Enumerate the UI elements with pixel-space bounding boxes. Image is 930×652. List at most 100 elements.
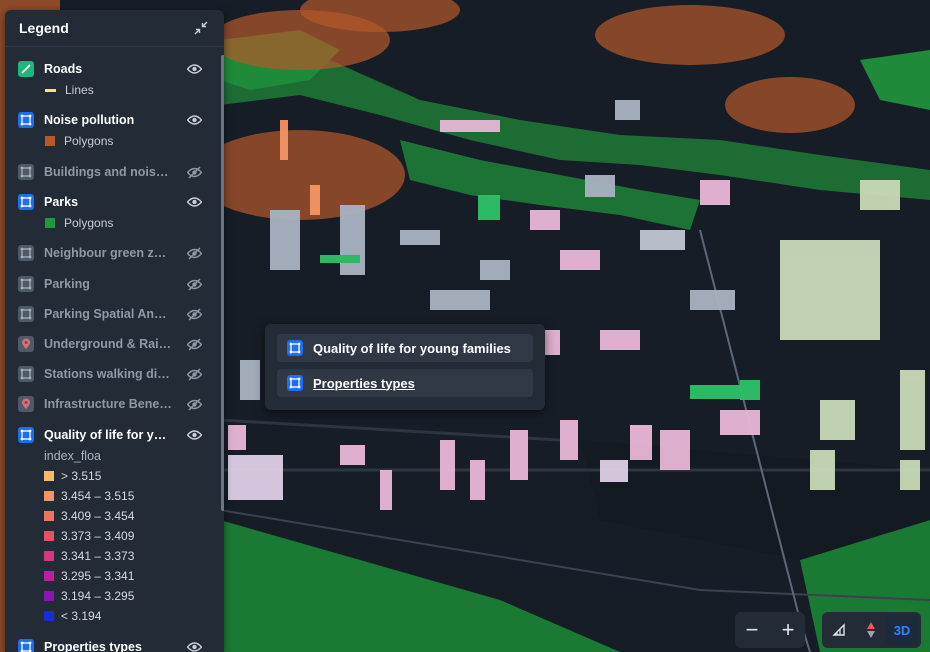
class-label: < 3.194: [61, 609, 102, 623]
class-label: 3.295 – 3.341: [61, 569, 135, 583]
layer-name: Parking Spatial Analy...: [44, 307, 172, 321]
polygon-layer-icon: [18, 427, 34, 443]
legend-sub-item: Polygons: [5, 131, 224, 151]
layer-name: Infrastructure Benefits: [44, 397, 172, 411]
polygon-layer-icon: [18, 164, 34, 180]
layer-quality-of-life[interactable]: Quality of life for you... index_floa > …: [5, 424, 224, 626]
tilt-button[interactable]: [822, 612, 856, 648]
sub-label: Lines: [65, 83, 94, 97]
eye-off-icon[interactable]: [186, 366, 202, 382]
layer-stations-walking-distance[interactable]: Stations walking dist...: [5, 363, 224, 385]
polygon-layer-icon: [287, 375, 303, 391]
layer-name: Noise pollution: [44, 113, 135, 127]
pin-icon: [18, 396, 34, 412]
layer-name: Roads: [44, 62, 83, 76]
layer-name: Parking: [44, 277, 90, 291]
sub-label: Polygons: [64, 134, 114, 148]
eye-off-icon[interactable]: [186, 276, 202, 292]
class-swatch: [44, 511, 54, 521]
eye-icon[interactable]: [186, 194, 202, 210]
legend-sub-item: Polygons: [5, 213, 224, 233]
eye-icon[interactable]: [186, 427, 202, 443]
eye-off-icon[interactable]: [186, 396, 202, 412]
class-label: > 3.515: [61, 469, 102, 483]
polygon-layer-icon: [18, 639, 34, 652]
layer-name: Stations walking dist...: [44, 367, 172, 381]
class-item: 3.341 – 3.373: [5, 546, 224, 566]
polygon-layer-icon: [287, 340, 303, 356]
layer-infrastructure-benefits[interactable]: Infrastructure Benefits: [5, 393, 224, 415]
layer-name: Parks: [44, 195, 79, 209]
layer-parking-spatial-analysis[interactable]: Parking Spatial Analy...: [5, 303, 224, 325]
classification-field: index_floa: [44, 449, 101, 463]
polygon-layer-icon: [18, 245, 34, 261]
pin-icon: [18, 336, 34, 352]
class-swatch: [44, 611, 54, 621]
eye-icon[interactable]: [186, 112, 202, 128]
collapse-icon[interactable]: [192, 19, 210, 37]
sub-label: Polygons: [64, 216, 114, 230]
legend-scrollbar[interactable]: [221, 55, 224, 511]
view-controls: 3D: [822, 612, 921, 648]
zoom-in-button[interactable]: +: [771, 612, 805, 648]
compass-button[interactable]: [854, 612, 888, 648]
zoom-controls: − +: [735, 612, 805, 648]
layer-select-popup: Quality of life for young families Prope…: [265, 324, 545, 410]
layer-name: Buildings and noise l...: [44, 165, 172, 179]
layer-properties-types[interactable]: Properties types: [5, 636, 224, 652]
eye-off-icon[interactable]: [186, 306, 202, 322]
polygon-layer-icon: [18, 276, 34, 292]
legend-panel: Legend Roads Lines Noise pollution Polyg…: [5, 10, 224, 652]
eye-icon[interactable]: [186, 61, 202, 77]
class-swatch: [44, 471, 54, 481]
layer-roads[interactable]: Roads Lines: [5, 58, 224, 100]
legend-sub-item: Lines: [5, 80, 224, 100]
layer-neighbour-green-zones[interactable]: Neighbour green zones: [5, 242, 224, 264]
class-item: > 3.515: [5, 466, 224, 486]
polygon-layer-icon: [18, 366, 34, 382]
layer-name: Underground & Railw...: [44, 337, 172, 351]
class-label: 3.373 – 3.409: [61, 529, 135, 543]
layer-buildings-noise[interactable]: Buildings and noise l...: [5, 161, 224, 183]
classification-list: > 3.515 3.454 – 3.515 3.409 – 3.454 3.373 –…: [5, 466, 224, 626]
polygon-layer-icon: [18, 306, 34, 322]
class-swatch: [44, 571, 54, 581]
eye-icon[interactable]: [186, 639, 202, 652]
class-swatch: [44, 591, 54, 601]
toggle-3d-button[interactable]: 3D: [886, 615, 918, 645]
popup-item-properties-types[interactable]: Properties types: [277, 369, 533, 397]
layer-underground-railways[interactable]: Underground & Railw...: [5, 333, 224, 355]
layer-noise-pollution[interactable]: Noise pollution Polygons: [5, 109, 224, 151]
polygon-swatch: [45, 136, 55, 146]
line-layer-icon: [18, 61, 34, 77]
class-item: 3.409 – 3.454: [5, 506, 224, 526]
layer-name: Quality of life for you...: [44, 428, 172, 442]
class-item: < 3.194: [5, 606, 224, 626]
layer-parks[interactable]: Parks Polygons: [5, 191, 224, 233]
class-label: 3.454 – 3.515: [61, 489, 135, 503]
class-label: 3.194 – 3.295: [61, 589, 135, 603]
compass-icon: [867, 622, 875, 638]
class-swatch: [44, 491, 54, 501]
class-item: 3.295 – 3.341: [5, 566, 224, 586]
eye-off-icon[interactable]: [186, 245, 202, 261]
polygon-swatch: [45, 218, 55, 228]
legend-title: Legend: [19, 20, 69, 36]
map-controls: − + 3D: [735, 612, 921, 648]
tilt-icon: [832, 623, 845, 636]
class-item: 3.373 – 3.409: [5, 526, 224, 546]
popup-item-label: Properties types: [313, 375, 415, 391]
eye-off-icon[interactable]: [186, 336, 202, 352]
polygon-layer-icon: [18, 194, 34, 210]
legend-header: Legend: [5, 10, 224, 47]
class-item: 3.194 – 3.295: [5, 586, 224, 606]
layer-parking[interactable]: Parking: [5, 273, 224, 295]
line-swatch: [45, 88, 56, 92]
eye-off-icon[interactable]: [186, 164, 202, 180]
layer-name: Properties types: [44, 640, 142, 652]
zoom-out-button[interactable]: −: [735, 612, 769, 648]
popup-item-quality-of-life[interactable]: Quality of life for young families: [277, 334, 533, 362]
class-swatch: [44, 551, 54, 561]
class-swatch: [44, 531, 54, 541]
layer-name: Neighbour green zones: [44, 246, 172, 260]
